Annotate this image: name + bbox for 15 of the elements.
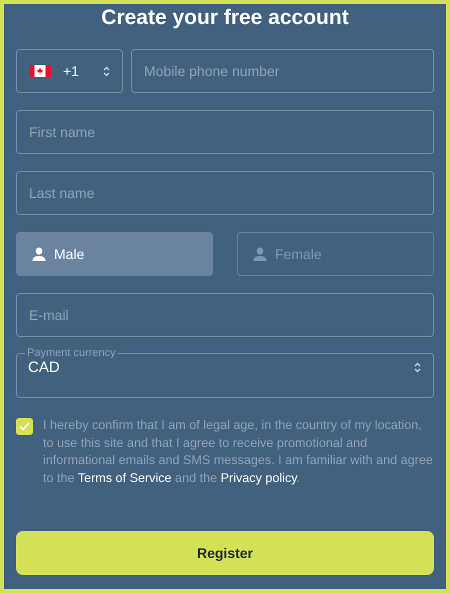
chevron-updown-icon xyxy=(103,66,110,76)
gender-button[interactable]: Male xyxy=(16,232,213,276)
chevron-updown-icon xyxy=(414,362,421,373)
policy-link[interactable]: Privacy policy xyxy=(220,470,297,484)
policy-link[interactable]: Terms of Service xyxy=(78,470,172,484)
check-icon xyxy=(19,422,30,431)
form-title: Create your free account xyxy=(100,5,350,31)
user-icon xyxy=(253,247,267,261)
user-icon xyxy=(32,247,46,261)
currency-select[interactable]: Payment currency CAD xyxy=(16,347,434,398)
consent-text: I hereby confirm that I am of legal age, in the country of my location, to use this site and that I agree to receive promotional and informational emails and SMS messages. I am familiar with and agree to the Terms of Service and the Privacy policy. xyxy=(43,417,434,487)
register-button[interactable]: Register xyxy=(16,531,434,575)
country-code-select[interactable]: +1 xyxy=(16,49,123,93)
consent-checkbox[interactable] xyxy=(16,418,33,435)
flag-icon xyxy=(29,65,51,77)
